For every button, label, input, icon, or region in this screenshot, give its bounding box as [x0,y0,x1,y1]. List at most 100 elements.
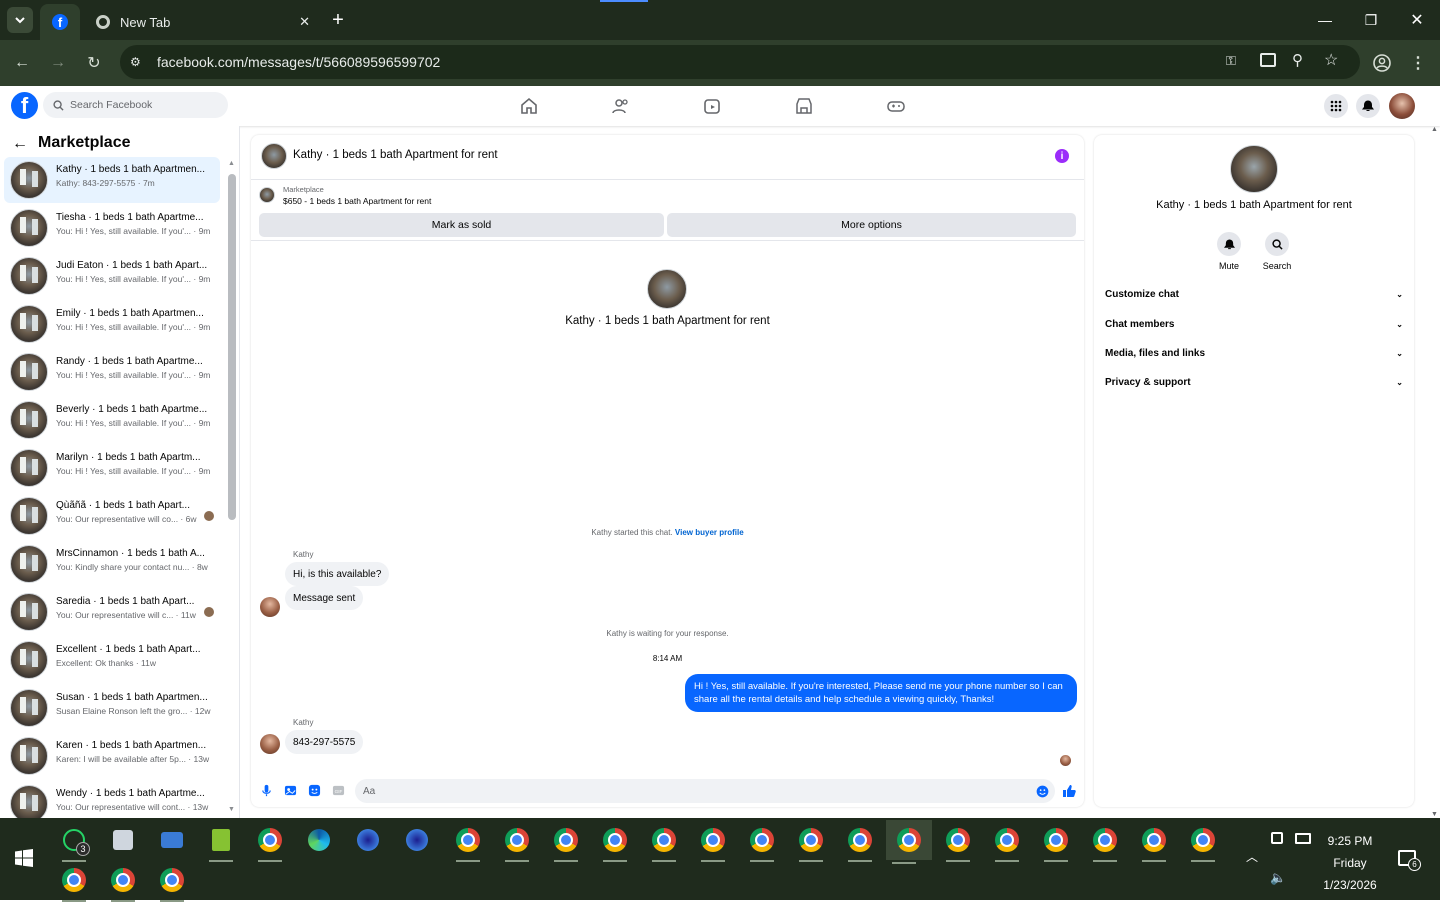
conversation-item[interactable]: Saredia · 1 beds 1 bath Apart... You: Our… [4,589,220,635]
friends-icon[interactable] [612,97,630,115]
close-window-button[interactable]: ✕ [1394,8,1440,32]
reload-icon[interactable]: ↻ [83,52,105,74]
taskbar-chrome[interactable] [252,822,288,862]
page-scrollbar[interactable]: ▲ ▼ [1430,126,1440,818]
sender-avatar[interactable] [260,734,280,754]
back-icon[interactable]: ← [11,52,33,74]
conversation-item[interactable]: Judi Eaton · 1 beds 1 bath Apart... You: … [4,253,220,299]
taskbar-chrome[interactable] [989,822,1025,862]
system-clock[interactable]: 9:25 PM Friday 1/23/2026 [1310,830,1390,896]
conversation-item[interactable]: Beverly · 1 beds 1 bath Apartme... You: H… [4,397,220,443]
message-input[interactable]: Aa [355,779,1055,803]
tab-new-tab[interactable]: New Tab ✕ [86,4,322,40]
close-tab-icon[interactable]: ✕ [299,14,310,30]
conversation-item[interactable]: MrsCinnamon · 1 beds 1 bath A... You: Kin… [4,541,220,587]
url-text[interactable]: facebook.com/messages/t/566089596599702 [157,54,440,70]
outgoing-message[interactable]: Hi ! Yes, still available. If you're int… [685,674,1077,712]
taskbar-chrome[interactable] [842,822,878,862]
back-arrow-icon[interactable]: ← [12,135,28,153]
show-hidden-icons-chevron-up-icon[interactable]: ︿ [1246,848,1258,865]
tab-facebook[interactable]: f [40,4,80,40]
view-buyer-profile-link[interactable]: View buyer profile [675,528,744,537]
info-icon[interactable]: i [1055,149,1069,163]
new-tab-button[interactable]: + [326,8,350,32]
conversation-item[interactable]: Karen · 1 beds 1 bath Apartmen... Karen: … [4,733,220,779]
minimize-button[interactable]: — [1302,8,1348,32]
meet-now-icon[interactable] [1271,832,1283,844]
taskbar-app[interactable] [399,822,435,858]
taskbar-chrome[interactable] [744,822,780,862]
sidebar-scrollbar[interactable] [228,174,236,520]
more-options-button[interactable]: More options [667,213,1076,237]
taskbar-chrome[interactable] [793,822,829,862]
notification-center-button[interactable]: 6 [1398,850,1421,871]
forward-icon[interactable]: → [47,52,69,74]
address-bar[interactable]: ⚙ facebook.com/messages/t/56608959659970… [120,45,1360,79]
install-app-icon[interactable] [1260,53,1276,67]
chat-title[interactable]: Kathy · 1 beds 1 bath Apartment for rent [293,149,498,161]
taskbar-chrome[interactable] [548,822,584,862]
customize-chat-section[interactable]: Customize chat ⌄ [1105,284,1403,304]
volume-icon[interactable]: 🔈 [1270,870,1286,886]
conversation-item[interactable]: Emily · 1 beds 1 bath Apartmen... You: Hi… [4,301,220,347]
gaming-icon[interactable] [887,97,905,115]
home-icon[interactable] [520,97,538,115]
video-icon[interactable] [703,97,721,115]
zoom-icon[interactable]: ⚲ [1292,51,1303,69]
mute-button[interactable]: Mute [1209,232,1249,271]
site-info-icon[interactable]: ⚙ [130,55,144,69]
mark-as-sold-button[interactable]: Mark as sold [259,213,664,237]
taskbar-chrome[interactable] [695,822,731,862]
bookmark-star-icon[interactable]: ☆ [1324,50,1338,70]
taskbar-edge[interactable] [301,822,337,858]
microphone-icon[interactable] [260,784,273,797]
gif-icon[interactable]: GIF [332,784,345,797]
taskbar-app[interactable] [105,822,141,858]
intro-avatar[interactable] [647,269,687,309]
taskbar-whatsapp[interactable]: 3 [56,822,92,862]
media-files-links-section[interactable]: Media, files and links ⌄ [1105,343,1403,363]
start-button[interactable] [6,840,42,876]
listing-thumbnail[interactable] [259,187,275,203]
emoji-icon[interactable] [1036,785,1049,798]
sticker-icon[interactable] [308,784,321,797]
conversation-item[interactable]: Tiesha · 1 beds 1 bath Apartme... You: Hi… [4,205,220,251]
chat-avatar[interactable] [261,143,287,169]
privacy-support-section[interactable]: Privacy & support ⌄ [1105,372,1403,392]
marketplace-icon[interactable] [795,97,813,115]
details-avatar[interactable] [1230,145,1278,193]
facebook-search-input[interactable]: Search Facebook [43,92,228,118]
taskbar-chrome[interactable] [450,822,486,862]
taskbar-chrome[interactable] [56,862,92,902]
menu-grid-button[interactable] [1324,94,1348,118]
incoming-message[interactable]: 843-297-5575 [285,730,364,754]
taskbar-chrome[interactable] [886,820,932,864]
taskbar-chrome[interactable] [940,822,976,862]
scroll-down-icon[interactable]: ▼ [228,806,236,814]
password-key-icon[interactable]: ⚿ [1226,53,1236,69]
taskbar-chrome[interactable] [1136,822,1172,862]
conversation-item[interactable]: Wendy · 1 beds 1 bath Apartme... You: Our… [4,781,220,818]
taskbar-chrome[interactable] [154,862,190,902]
chat-members-section[interactable]: Chat members ⌄ [1105,314,1403,334]
taskbar-app[interactable] [154,822,190,858]
taskbar-chrome[interactable] [597,822,633,862]
scroll-up-icon[interactable]: ▲ [228,160,236,168]
conversation-item[interactable]: Qùãñã · 1 beds 1 bath Apart... You: Our r… [4,493,220,539]
browser-menu-icon[interactable]: ⋮ [1407,52,1429,74]
restore-button[interactable]: ❐ [1348,8,1394,32]
taskbar-app[interactable] [203,822,239,862]
taskbar-chrome[interactable] [1038,822,1074,862]
conversation-item[interactable]: Excellent · 1 beds 1 bath Apart... Excell… [4,637,220,683]
taskbar-chrome[interactable] [105,862,141,902]
conversation-item[interactable]: Susan · 1 beds 1 bath Apartmen... Susan E… [4,685,220,731]
incoming-message[interactable]: Hi, is this available? [285,562,390,586]
taskbar-chrome[interactable] [1087,822,1123,862]
taskbar-chrome[interactable] [1185,822,1221,862]
thumbs-up-icon[interactable] [1062,784,1076,798]
conversation-item[interactable]: Randy · 1 beds 1 bath Apartme... You: Hi … [4,349,220,395]
taskbar-chrome[interactable] [499,822,535,862]
facebook-logo-icon[interactable]: f [11,92,38,119]
search-conversation-button[interactable]: Search [1257,232,1297,271]
sender-avatar[interactable] [260,597,280,617]
